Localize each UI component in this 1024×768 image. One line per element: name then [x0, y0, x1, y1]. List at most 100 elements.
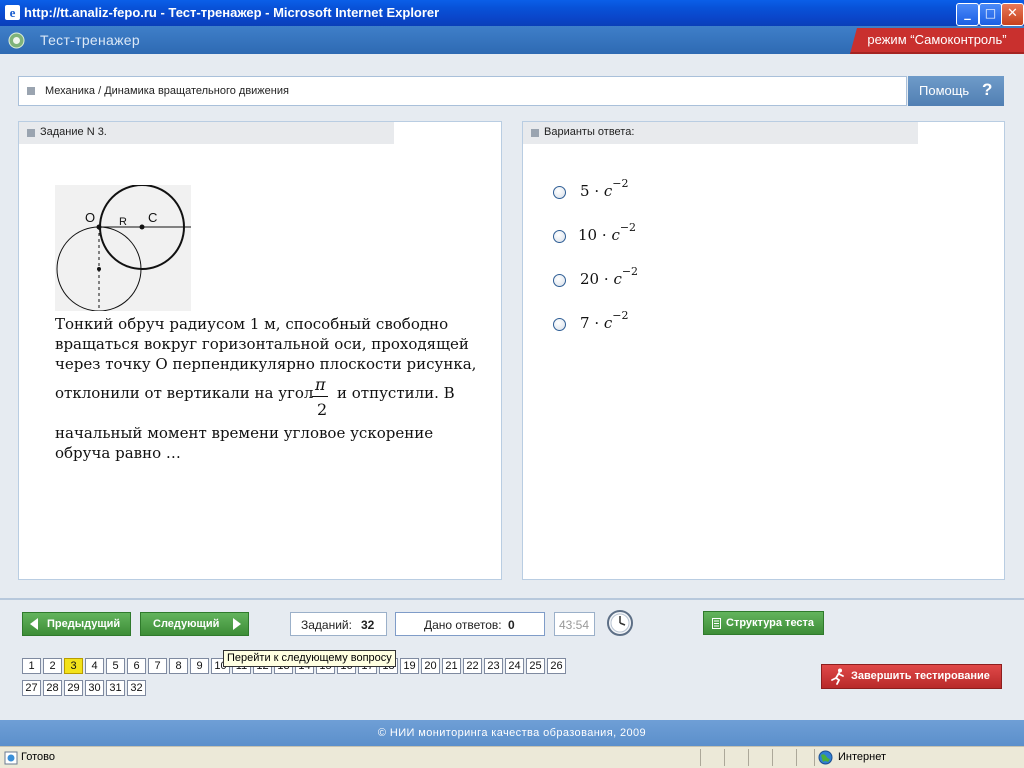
page-button[interactable]: 8 [169, 658, 188, 674]
bullet-square-icon [531, 129, 539, 137]
next-button-tooltip: Перейти к следующему вопросу [223, 650, 396, 667]
page-button[interactable]: 26 [547, 658, 566, 674]
answered-count-box: Дано ответов: 0 [395, 612, 545, 636]
question-icon: ? [982, 80, 993, 99]
label-o: O [85, 210, 95, 225]
app-logo-icon [8, 32, 25, 49]
question-line-7: обруча равно … [55, 444, 181, 462]
task-panel: Задание N 3. O R C Тонкий обруч радиусом… [18, 121, 502, 580]
status-text: Готово [21, 751, 55, 763]
test-structure-button[interactable]: Структура теста [703, 611, 824, 635]
hoop-figure: O R C [55, 185, 191, 311]
tasks-label: Заданий: [301, 618, 352, 632]
page-button[interactable]: 20 [421, 658, 440, 674]
help-label: Помощь [919, 83, 970, 98]
answer-text: 7 · c−2 [580, 309, 629, 332]
maximize-button[interactable]: □ [979, 3, 1002, 26]
footer-copyright: © НИИ мониторинга качества образования, … [0, 720, 1024, 746]
page-button[interactable]: 29 [64, 680, 83, 696]
app-header: Тест-тренажер режим “Самоконтроль” [0, 26, 1024, 54]
toolbar-divider [0, 598, 1024, 600]
arrow-left-icon [30, 618, 38, 630]
arrow-right-icon [233, 618, 241, 630]
label-r: R [119, 216, 127, 228]
window-title-bar: e http://tt.analiz-fepo.ru - Тест-тренаж… [0, 0, 1024, 26]
status-divider [724, 749, 725, 766]
test-structure-label: Структура теста [726, 617, 815, 629]
status-divider [700, 749, 701, 766]
svg-text:e: e [10, 5, 16, 20]
clock-icon [607, 610, 633, 636]
page-button[interactable]: 27 [22, 680, 41, 696]
timer-value: 43:54 [559, 618, 590, 632]
finish-test-button[interactable]: Завершить тестирование [821, 664, 1002, 689]
question-line-1: Тонкий обруч радиусом 1 м, способный сво… [55, 315, 449, 333]
question-line-3: через точку О перпендикулярно плоскости … [55, 355, 477, 373]
page-button[interactable]: 32 [127, 680, 146, 696]
question-line-4: отклонили от вертикали на угол [55, 384, 314, 402]
minimize-button[interactable]: _ [956, 3, 979, 26]
status-divider [814, 749, 815, 766]
page-button[interactable]: 1 [22, 658, 41, 674]
task-number: Задание N 3. [40, 126, 107, 138]
next-button[interactable]: Следующий [140, 612, 249, 636]
window-title: http://tt.analiz-fepo.ru - Тест-тренажер… [24, 5, 440, 20]
page-button[interactable]: 21 [442, 658, 461, 674]
answered-count: 0 [508, 618, 515, 632]
page-button[interactable]: 7 [148, 658, 167, 674]
page-button[interactable]: 31 [106, 680, 125, 696]
answer-text: 10 · c−2 [578, 221, 637, 244]
radio-button[interactable] [553, 274, 566, 287]
answer-text: 20 · c−2 [580, 265, 639, 288]
radio-button[interactable] [553, 230, 566, 243]
breadcrumb: Механика / Динамика вращательного движен… [18, 76, 907, 106]
radio-button[interactable] [553, 318, 566, 331]
tasks-count-box: Заданий: 32 [290, 612, 387, 636]
bullet-square-icon [27, 129, 35, 137]
status-bar: Готово Интернет [0, 746, 1024, 768]
task-panel-header: Задание N 3. [19, 122, 394, 144]
internet-explorer-icon: e [5, 5, 20, 20]
answers-title: Варианты ответа: [544, 126, 635, 138]
answers-panel: Варианты ответа: 5 · c−2 10 · c−2 20 · c… [522, 121, 1005, 580]
status-divider [796, 749, 797, 766]
page-button[interactable]: 5 [106, 658, 125, 674]
page-button[interactable]: 3 [64, 658, 83, 674]
close-button[interactable]: ✕ [1001, 3, 1024, 26]
page-button[interactable]: 23 [484, 658, 503, 674]
zone-text: Интернет [838, 751, 886, 763]
page-button[interactable]: 6 [127, 658, 146, 674]
radio-button[interactable] [553, 186, 566, 199]
internet-globe-icon [818, 750, 833, 765]
angle-denominator: 2 [317, 400, 328, 419]
pivot-point [96, 224, 102, 230]
fraction-bar [312, 396, 328, 397]
page-button[interactable]: 4 [85, 658, 104, 674]
breadcrumb-text: Механика / Динамика вращательного движен… [45, 85, 289, 97]
next-label: Следующий [153, 618, 220, 630]
finish-test-label: Завершить тестирование [851, 670, 990, 682]
page-button[interactable]: 30 [85, 680, 104, 696]
page-button[interactable]: 25 [526, 658, 545, 674]
previous-button[interactable]: Предыдущий [22, 612, 131, 636]
page-button[interactable]: 19 [400, 658, 419, 674]
answered-label: Дано ответов: [424, 618, 502, 632]
page-button[interactable]: 9 [190, 658, 209, 674]
center-point-c [139, 224, 145, 230]
page-button[interactable]: 2 [43, 658, 62, 674]
center-point-lower [97, 267, 101, 271]
page-button[interactable]: 22 [463, 658, 482, 674]
page-done-icon [4, 751, 18, 765]
question-line-2: вращаться вокруг горизонтальной оси, про… [55, 335, 469, 353]
timer: 43:54 [554, 612, 595, 636]
page-button[interactable]: 28 [43, 680, 62, 696]
help-button[interactable]: Помощь ? [908, 76, 1004, 106]
question-line-5: и отпустили. В [337, 384, 455, 402]
mode-badge: режим “Самоконтроль” [850, 28, 1024, 54]
angle-numerator: π [315, 375, 326, 394]
page-button[interactable]: 24 [505, 658, 524, 674]
status-divider [748, 749, 749, 766]
bullet-square-icon [27, 87, 35, 95]
runner-exit-icon [831, 668, 844, 685]
list-icon [712, 618, 721, 629]
